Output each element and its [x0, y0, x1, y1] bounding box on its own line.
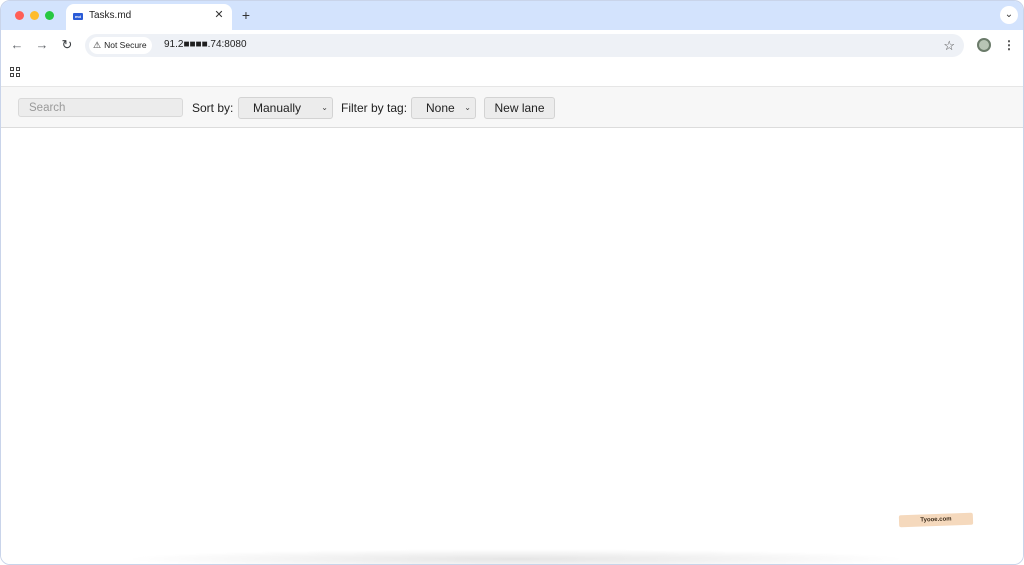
new-lane-button[interactable]: New lane — [484, 97, 555, 119]
search-input[interactable] — [18, 98, 183, 117]
lanes-board — [1, 128, 1023, 564]
close-tab-icon[interactable]: ✕ — [212, 8, 226, 22]
back-arrow-icon[interactable]: ← — [9, 37, 25, 53]
watermark: Tyooe.com — [898, 512, 974, 528]
security-label: Not Secure — [104, 40, 147, 50]
warning-icon: ⚠ — [93, 40, 102, 50]
tag-filter-select[interactable]: None ⌄ — [411, 97, 476, 119]
sort-select-value: Manually — [253, 101, 302, 115]
more-menu-icon[interactable]: ⋮ — [1003, 37, 1015, 53]
url-text[interactable]: 91.2■■■■.74:8080 — [164, 39, 247, 50]
tab-strip: md Tasks.md ✕ + ⌄ — [1, 1, 1023, 30]
forward-arrow-icon[interactable]: → — [34, 37, 50, 53]
dock-shadow — [121, 549, 911, 564]
security-indicator[interactable]: ⚠ Not Secure — [89, 37, 152, 54]
bookmarks-bar — [1, 61, 1023, 86]
chevron-down-icon: ⌄ — [321, 103, 328, 112]
close-window-button[interactable] — [15, 11, 24, 20]
tag-filter-value: None — [426, 101, 455, 115]
star-icon[interactable]: ☆ — [943, 37, 955, 54]
app-header: Sort by: Manually ⌄ Filter by tag: None … — [1, 86, 1023, 128]
maximize-window-button[interactable] — [45, 11, 54, 20]
tab-search-chevron-icon[interactable]: ⌄ — [1000, 6, 1018, 24]
filter-label: Filter by tag: — [341, 101, 408, 115]
tab-title: Tasks.md — [89, 10, 132, 21]
tab-tasks-md[interactable]: md Tasks.md ✕ — [66, 4, 232, 30]
profile-avatar[interactable] — [977, 38, 991, 52]
markdown-favicon-icon: md — [73, 13, 83, 20]
chevron-down-icon: ⌄ — [464, 103, 471, 112]
sort-label: Sort by: — [192, 101, 234, 115]
browser-toolbar: ← → ↻ ⚠ Not Secure 91.2■■■■.74:8080 ☆ ⋮ — [1, 30, 1023, 61]
browser-window: md Tasks.md ✕ + ⌄ ← → ↻ ⚠ Not Secure 91.2… — [0, 0, 1024, 565]
reload-icon[interactable]: ↻ — [59, 37, 75, 53]
new-tab-button[interactable]: + — [238, 7, 254, 23]
apps-grid-icon[interactable] — [10, 67, 21, 78]
address-bar[interactable]: ⚠ Not Secure 91.2■■■■.74:8080 ☆ — [85, 34, 964, 57]
sort-select[interactable]: Manually ⌄ — [238, 97, 333, 119]
minimize-window-button[interactable] — [30, 11, 39, 20]
